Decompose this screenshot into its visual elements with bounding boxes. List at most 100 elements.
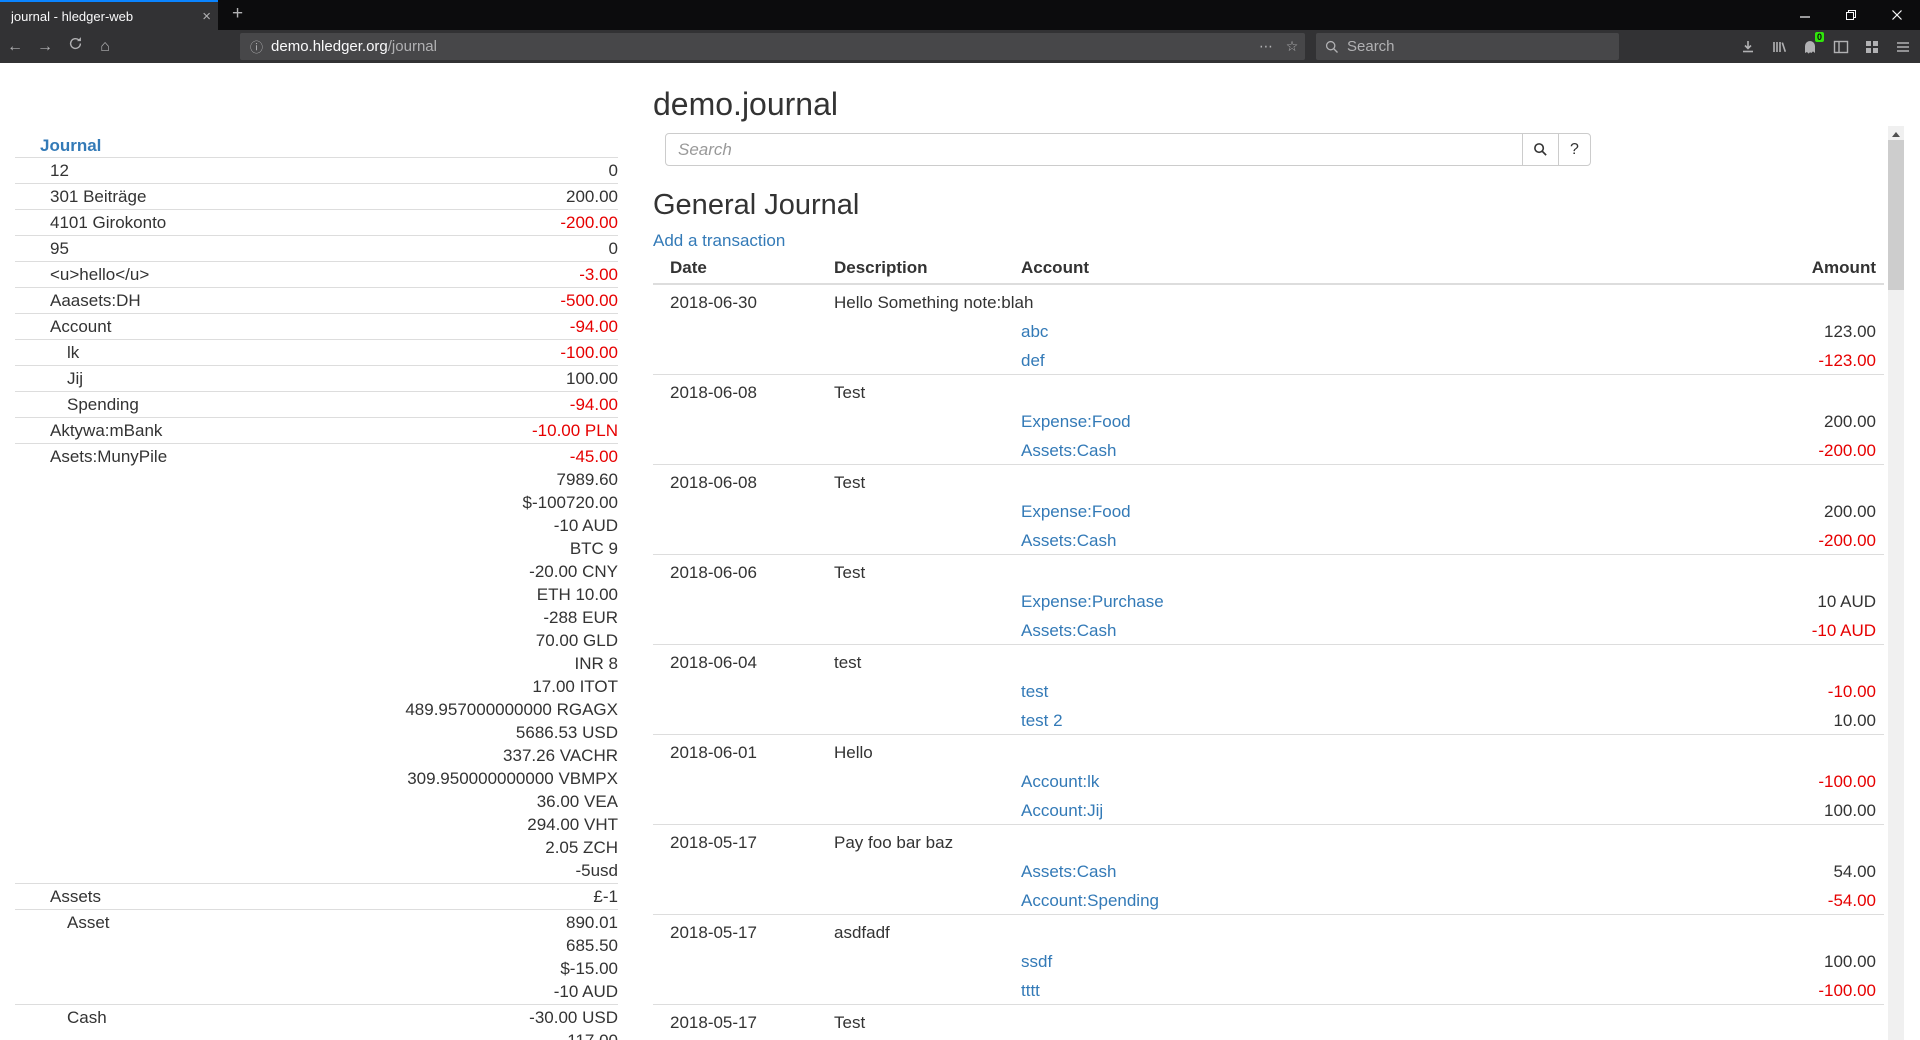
posting-account-link[interactable]: Expense:Food — [1021, 410, 1131, 433]
ghostery-extension-icon[interactable]: 0 — [1794, 30, 1825, 63]
transaction: 2018-05-17Test — [653, 1004, 1884, 1036]
account-balances: -45.007989.60$-100720.00-10 AUDBTC 9-20.… — [405, 445, 618, 882]
bookmark-star-icon[interactable]: ☆ — [1279, 38, 1305, 55]
sidebar-account-link[interactable]: lk — [15, 341, 560, 364]
posting-row: Account:Jij100.00 — [653, 793, 1884, 822]
search-icon — [1533, 142, 1548, 157]
account-balance: -30.00 USD — [529, 1006, 618, 1029]
posting-account-link[interactable]: Assets:Cash — [1021, 529, 1116, 552]
sidebar-account-link[interactable]: Asset — [15, 911, 554, 934]
browser-search-field[interactable]: Search — [1316, 33, 1619, 60]
transaction: 2018-05-17asdfadfssdf100.00tttt-100.00 — [653, 914, 1884, 1004]
browser-search-placeholder: Search — [1347, 38, 1395, 55]
sidebar-account-link[interactable]: Aktywa:mBank — [15, 419, 532, 442]
sidebar-account-link[interactable]: Jij — [15, 367, 566, 390]
posting-account-link[interactable]: def — [1021, 349, 1045, 372]
site-info-icon[interactable]: ⓘ — [240, 37, 271, 56]
posting-account-link[interactable]: abc — [1021, 320, 1048, 343]
posting-account-link[interactable]: Account:lk — [1021, 770, 1099, 793]
posting-row: test-10.00 — [653, 674, 1884, 703]
txn-date: 2018-06-06 — [670, 561, 834, 584]
account-balance: 70.00 GLD — [405, 629, 618, 652]
add-transaction-link[interactable]: Add a transaction — [653, 229, 785, 252]
posting-account-link[interactable]: Assets:Cash — [1021, 619, 1116, 642]
sidebar-toggle-icon[interactable] — [1825, 30, 1856, 63]
posting-account-link[interactable]: Account:Spending — [1021, 889, 1159, 912]
account-balances: -200.00 — [560, 211, 618, 234]
posting-amount: -100.00 — [1818, 770, 1876, 793]
downloads-icon[interactable] — [1732, 30, 1763, 63]
page-actions-icon[interactable]: ⋯ — [1253, 38, 1279, 55]
journal-search-form: ? — [665, 133, 1884, 166]
posting-account-link[interactable]: Expense:Purchase — [1021, 590, 1164, 613]
extensions-grid-icon[interactable] — [1856, 30, 1887, 63]
sidebar-account-link[interactable]: Cash — [15, 1006, 529, 1029]
account-balance: 5686.53 USD — [405, 721, 618, 744]
new-tab-button[interactable]: + — [218, 0, 257, 30]
scrollbar-up-icon[interactable] — [1892, 132, 1900, 137]
sidebar-account-link[interactable]: 301 Beiträge — [15, 185, 566, 208]
posting-amount: 100.00 — [1824, 950, 1876, 973]
sidebar-account-link[interactable]: Assets — [15, 885, 593, 908]
reload-icon[interactable] — [60, 30, 90, 63]
posting-amount: 10 AUD — [1817, 590, 1876, 613]
url-bar[interactable]: ⓘ demo.hledger.org/journal ⋯ ☆ — [240, 33, 1305, 60]
txn-description: Test — [834, 561, 865, 584]
search-submit-button[interactable] — [1522, 133, 1559, 166]
account-balance: 17.00 ITOT — [405, 675, 618, 698]
browser-tab[interactable]: journal - hledger-web × — [0, 0, 218, 30]
sidebar-journal-link[interactable]: Journal — [15, 134, 618, 157]
posting-account-link[interactable]: test — [1021, 680, 1048, 703]
posting-row: Assets:Cash-200.00 — [653, 433, 1884, 462]
posting-account-link[interactable]: Assets:Cash — [1021, 860, 1116, 883]
txn-date: 2018-06-08 — [670, 381, 834, 404]
minimize-button[interactable] — [1782, 0, 1828, 30]
account-balance: $-15.00 — [554, 957, 618, 980]
posting-account-link[interactable]: test 2 — [1021, 709, 1063, 732]
transaction-head: 2018-05-17asdfadf — [653, 921, 1884, 944]
account-balance: -117.00 — [529, 1029, 618, 1040]
sidebar-account-link[interactable]: Spending — [15, 393, 570, 416]
column-header-amount: Amount — [1812, 256, 1876, 279]
menu-icon[interactable] — [1887, 30, 1918, 63]
txn-date: 2018-05-17 — [670, 831, 834, 854]
downloads-glyph — [1740, 39, 1756, 55]
transaction-head: 2018-06-06Test — [653, 561, 1884, 584]
hamburger-glyph — [1896, 41, 1910, 53]
transaction: 2018-06-01HelloAccount:lk-100.00Account:… — [653, 734, 1884, 824]
forward-icon[interactable]: → — [30, 30, 60, 63]
url-domain: demo.hledger.org — [271, 38, 388, 55]
posting-account-link[interactable]: Account:Jij — [1021, 799, 1103, 822]
sidebar-account-row: 120 — [15, 157, 618, 183]
txn-date: 2018-05-17 — [670, 1011, 834, 1034]
sidebar-account-row: Account-94.00 — [15, 313, 618, 339]
posting-account-link[interactable]: Assets:Cash — [1021, 439, 1116, 462]
sidebar-account-link[interactable]: 12 — [15, 159, 609, 182]
tab-close-icon[interactable]: × — [196, 8, 211, 25]
posting-amount: -123.00 — [1818, 349, 1876, 372]
posting-account-link[interactable]: tttt — [1021, 979, 1040, 1002]
posting-account-link[interactable]: ssdf — [1021, 950, 1052, 973]
restore-button[interactable] — [1828, 0, 1874, 30]
sidebar-account-link[interactable]: <u>hello</u> — [15, 263, 579, 286]
sidebar-account-link[interactable]: Aaasets:DH — [15, 289, 560, 312]
account-balances: 100.00 — [566, 367, 618, 390]
posting-amount: 200.00 — [1824, 500, 1876, 523]
page-title: demo.journal — [653, 84, 1884, 124]
close-button[interactable] — [1874, 0, 1920, 30]
account-balance: $-100720.00 — [405, 491, 618, 514]
sidebar-account-link[interactable]: 95 — [15, 237, 609, 260]
sidebar-account-link[interactable]: Account — [15, 315, 570, 338]
back-icon[interactable]: ← — [0, 30, 30, 63]
library-icon[interactable] — [1763, 30, 1794, 63]
sidebar-account-link[interactable]: 4101 Girokonto — [15, 211, 560, 234]
posting-account-link[interactable]: Expense:Food — [1021, 500, 1131, 523]
home-icon[interactable]: ⌂ — [90, 30, 120, 63]
account-balance: 36.00 VEA — [405, 790, 618, 813]
search-input[interactable] — [665, 133, 1523, 166]
tab-title: journal - hledger-web — [11, 9, 196, 24]
sidebar-account-link[interactable]: Asets:MunyPile — [15, 445, 405, 468]
scrollbar-thumb[interactable] — [1888, 140, 1904, 290]
page-scrollbar[interactable] — [1888, 126, 1904, 1040]
search-help-button[interactable]: ? — [1558, 133, 1591, 166]
